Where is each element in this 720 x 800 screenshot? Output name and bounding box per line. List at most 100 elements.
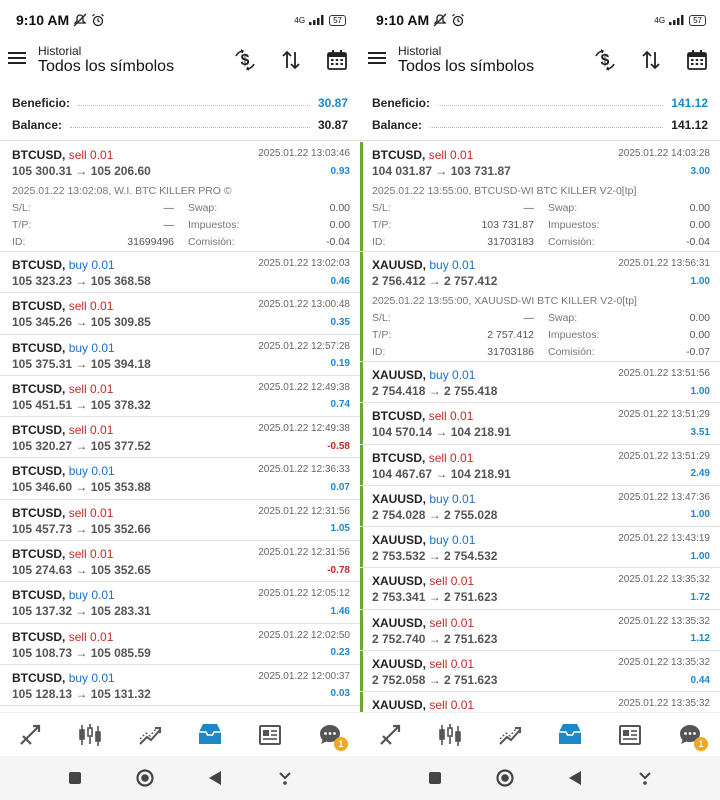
deal-row[interactable]: BTCUSD, sell 0.01 2025.01.22 13:51:29 10… [360,444,720,486]
tp-value: — [163,218,175,231]
deal-profit: 2.49 [690,468,710,480]
deal-row[interactable]: BTCUSD, sell 0.01 2025.01.22 13:00:48 10… [0,293,360,335]
currency-icon[interactable]: $ [590,45,620,75]
profit-value: 30.87 [317,96,348,110]
sort-icon[interactable] [276,45,306,75]
quotes-icon[interactable] [10,717,50,753]
deal-datetime: 2025.01.22 12:31:56 [258,505,350,517]
deal-type: sell 0.01 [429,698,475,712]
calendar-icon[interactable] [322,45,352,75]
battery-icon: 57 [329,14,346,26]
tax-value: 0.00 [329,218,350,231]
deal-symbol: BTCUSD, [12,258,66,272]
quotes-icon[interactable] [370,717,410,753]
deal-profit: 0.07 [330,481,350,493]
deal-profit: 0.93 [330,165,350,177]
tp-label: T/P: [372,218,392,231]
history-icon[interactable] [190,717,230,753]
deal-profit: 1.00 [690,550,710,562]
deal-type: sell 0.01 [68,547,114,562]
deal-row[interactable]: BTCUSD, sell 0.01 2025.01.22 12:02:50 10… [0,624,360,665]
news-icon[interactable] [250,717,290,753]
deal-row[interactable]: BTCUSD, sell 0.01 2025.01.22 14:03:28 10… [360,142,720,252]
deal-datetime: 2025.01.22 12:49:38 [258,423,350,435]
deal-type: sell 0.01 [68,148,114,162]
deal-row[interactable]: BTCUSD, buy 0.01 2025.01.22 12:00:37 105… [0,665,360,707]
deal-datetime: 2025.01.22 13:43:19 [618,533,710,545]
chart-icon[interactable] [70,717,110,753]
history-icon[interactable] [550,717,590,753]
home-icon[interactable] [133,766,157,790]
deal-symbol: BTCUSD, [372,409,426,424]
trade-icon[interactable] [490,717,530,753]
deal-row[interactable]: XAUUSD, sell 0.01 2025.01.22 13:35:32 2 … [360,568,720,610]
deal-row[interactable]: BTCUSD, sell 0.01 2025.01.22 12:49:38 10… [0,376,360,418]
deal-type: sell 0.01 [428,148,474,162]
symbol-filter[interactable]: Todos los símbolos [398,58,590,76]
deal-datetime: 2025.01.22 13:03:46 [258,148,350,159]
deal-prices: 105 323.23 → 105 368.58 [12,274,151,288]
recents-icon[interactable] [423,766,447,790]
currency-icon[interactable]: $ [230,45,260,75]
deal-type: buy 0.01 [429,258,476,272]
deal-type: buy 0.01 [68,670,115,685]
silent-icon [73,13,87,27]
back-icon[interactable] [563,766,587,790]
deal-row[interactable]: XAUUSD, sell 0.01 2025.01.22 13:35:32 2 … [360,609,720,652]
recents-icon[interactable] [63,766,87,790]
deal-prices: 2 754.028 → 2 755.028 [372,507,498,522]
deal-profit: 1.00 [690,509,710,521]
deal-row[interactable]: XAUUSD, buy 0.01 2025.01.22 13:47:36 2 7… [360,485,720,528]
symbol-filter[interactable]: Todos los símbolos [38,58,230,76]
deal-datetime: 2025.01.22 12:49:38 [258,381,350,393]
deal-row[interactable]: BTCUSD, sell 0.01 2025.01.22 12:31:56 10… [0,500,360,542]
deal-row[interactable]: XAUUSD, buy 0.01 2025.01.22 13:43:19 2 7… [360,527,720,569]
commission-value: -0.04 [326,235,350,248]
deals-list[interactable]: BTCUSD, sell 0.01 2025.01.22 13:03:46 10… [0,142,360,712]
deal-row[interactable]: XAUUSD, buy 0.01 2025.01.22 13:56:31 2 7… [360,252,720,362]
deal-row[interactable]: BTCUSD, sell 0.01 2025.01.22 13:03:46 10… [0,142,360,252]
deal-profit: 0.23 [330,647,350,659]
deal-profit: 0.74 [330,399,350,411]
id-label: ID: [372,345,386,358]
sl-value: — [523,201,535,214]
id-value: 31703183 [487,235,534,248]
deal-row[interactable]: BTCUSD, sell 0.01 2025.01.22 12:49:38 10… [0,417,360,459]
bottom-nav: 1 [0,712,360,756]
deal-row[interactable]: BTCUSD, buy 0.01 2025.01.22 13:02:03 105… [0,252,360,294]
deal-row[interactable]: XAUUSD, buy 0.01 2025.01.22 13:51:56 2 7… [360,362,720,404]
keyboard-down-icon[interactable] [633,766,657,790]
status-time: 9:10 AM [16,12,70,28]
deal-comment: 2025.01.22 13:02:08, W.I. BTC KILLER PRO… [12,185,232,197]
deal-row[interactable]: BTCUSD, buy 0.01 2025.01.22 12:05:12 105… [0,582,360,624]
profit-value: 141.12 [671,96,708,110]
messages-icon[interactable]: 1 [670,717,710,753]
keyboard-down-icon[interactable] [273,766,297,790]
back-icon[interactable] [203,766,227,790]
id-value: 31703186 [487,345,534,358]
deals-list[interactable]: BTCUSD, sell 0.01 2025.01.22 14:03:28 10… [360,142,720,712]
deal-prices: 105 300.31 → 105 206.60 [12,164,151,178]
news-icon[interactable] [610,717,650,753]
deal-prices: 105 345.26 → 105 309.85 [12,315,151,330]
deal-row[interactable]: XAUUSD, sell 0.01 2025.01.22 13:35:32 2 … [360,651,720,693]
deal-row[interactable]: BTCUSD, buy 0.01 2025.01.22 12:36:33 105… [0,458,360,500]
tax-label: Impuestos: [188,218,240,231]
tp-value: 103 731.87 [481,218,534,231]
deal-row[interactable]: BTCUSD, sell 0.01 2025.01.22 13:51:29 10… [360,403,720,445]
deal-datetime: 2025.01.22 13:51:29 [618,409,710,421]
trade-icon[interactable] [130,717,170,753]
chart-icon[interactable] [430,717,470,753]
deal-type: sell 0.01 [68,505,114,520]
deal-profit: 0.46 [330,275,350,287]
deal-row[interactable]: XAUUSD, sell 0.01 2025.01.22 13:35:32 [360,692,720,712]
calendar-icon[interactable] [682,45,712,75]
deal-row[interactable]: BTCUSD, buy 0.01 2025.01.22 12:57:28 105… [0,335,360,376]
messages-icon[interactable]: 1 [310,717,350,753]
deal-profit: 1.00 [690,275,710,287]
menu-icon[interactable] [368,50,390,71]
deal-row[interactable]: BTCUSD, sell 0.01 2025.01.22 12:31:56 10… [0,541,360,583]
menu-icon[interactable] [8,50,30,71]
sort-icon[interactable] [636,45,666,75]
home-icon[interactable] [493,766,517,790]
